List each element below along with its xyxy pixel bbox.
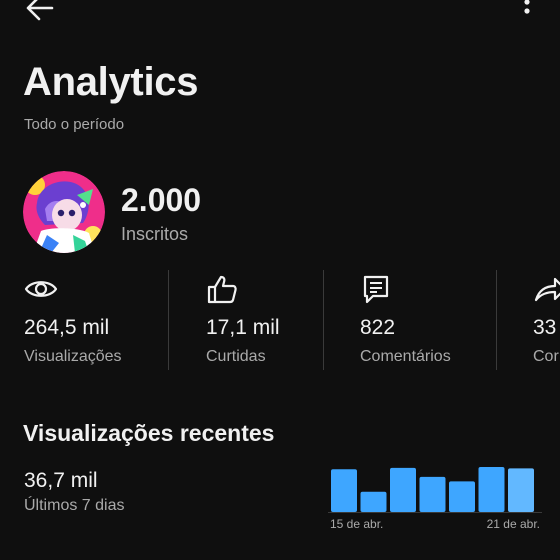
- stats-row: 264,5 mil Visualizações 17,1 mil Curtida…: [0, 268, 560, 372]
- chart-tick-label: 15 de abr.: [330, 517, 383, 531]
- stat-likes[interactable]: 17,1 mil Curtidas: [206, 268, 318, 372]
- chart-tick-label: 21 de abr.: [487, 517, 540, 531]
- stat-value: 264,5 mil: [24, 316, 110, 339]
- stat-comments[interactable]: 822 Comentários: [360, 268, 494, 372]
- page-subtitle: Todo o período: [24, 116, 125, 133]
- stat-label: Comentários: [360, 348, 451, 365]
- section-title: Visualizações recentes: [23, 420, 275, 446]
- arrow-left-icon: [26, 0, 54, 21]
- chart-bar: [360, 491, 387, 512]
- stat-value: 33: [533, 316, 557, 339]
- share-icon: [534, 277, 560, 302]
- divider: [168, 270, 169, 370]
- comment-icon: [363, 275, 389, 304]
- channel-avatar-icon: [23, 171, 105, 253]
- stat-value: 17,1 mil: [206, 316, 280, 339]
- chart-bar: [508, 468, 534, 512]
- chart-bar: [390, 467, 416, 512]
- recent-views-chart[interactable]: 15 de abr. 21 de abr.: [328, 462, 542, 536]
- thumbs-up-icon: [207, 275, 237, 304]
- stat-shares[interactable]: 33 Cor: [533, 268, 560, 372]
- top-app-bar: [0, 0, 560, 28]
- stat-views[interactable]: 264,5 mil Visualizações: [24, 268, 164, 372]
- more-vertical-icon: [524, 0, 530, 14]
- subscriber-label: Inscritos: [121, 224, 189, 244]
- stat-label: Curtidas: [206, 348, 266, 365]
- subscriber-count: 2.000: [121, 182, 202, 218]
- stat-value: 822: [360, 316, 396, 339]
- more-options-button[interactable]: [512, 0, 542, 26]
- divider: [496, 270, 497, 370]
- divider: [323, 270, 324, 370]
- stat-label: Cor: [533, 348, 559, 365]
- avatar[interactable]: [23, 171, 105, 253]
- chart-bar: [331, 469, 357, 512]
- back-button[interactable]: [22, 0, 56, 24]
- eye-icon: [24, 281, 58, 297]
- page-title: Analytics: [23, 60, 199, 104]
- chart-bar: [449, 481, 475, 512]
- stat-label: Visualizações: [24, 348, 122, 365]
- recent-views-value: 36,7 mil: [24, 469, 98, 492]
- chart-bar: [419, 476, 446, 512]
- recent-views-period: Últimos 7 dias: [24, 497, 125, 514]
- chart-bar: [478, 467, 505, 512]
